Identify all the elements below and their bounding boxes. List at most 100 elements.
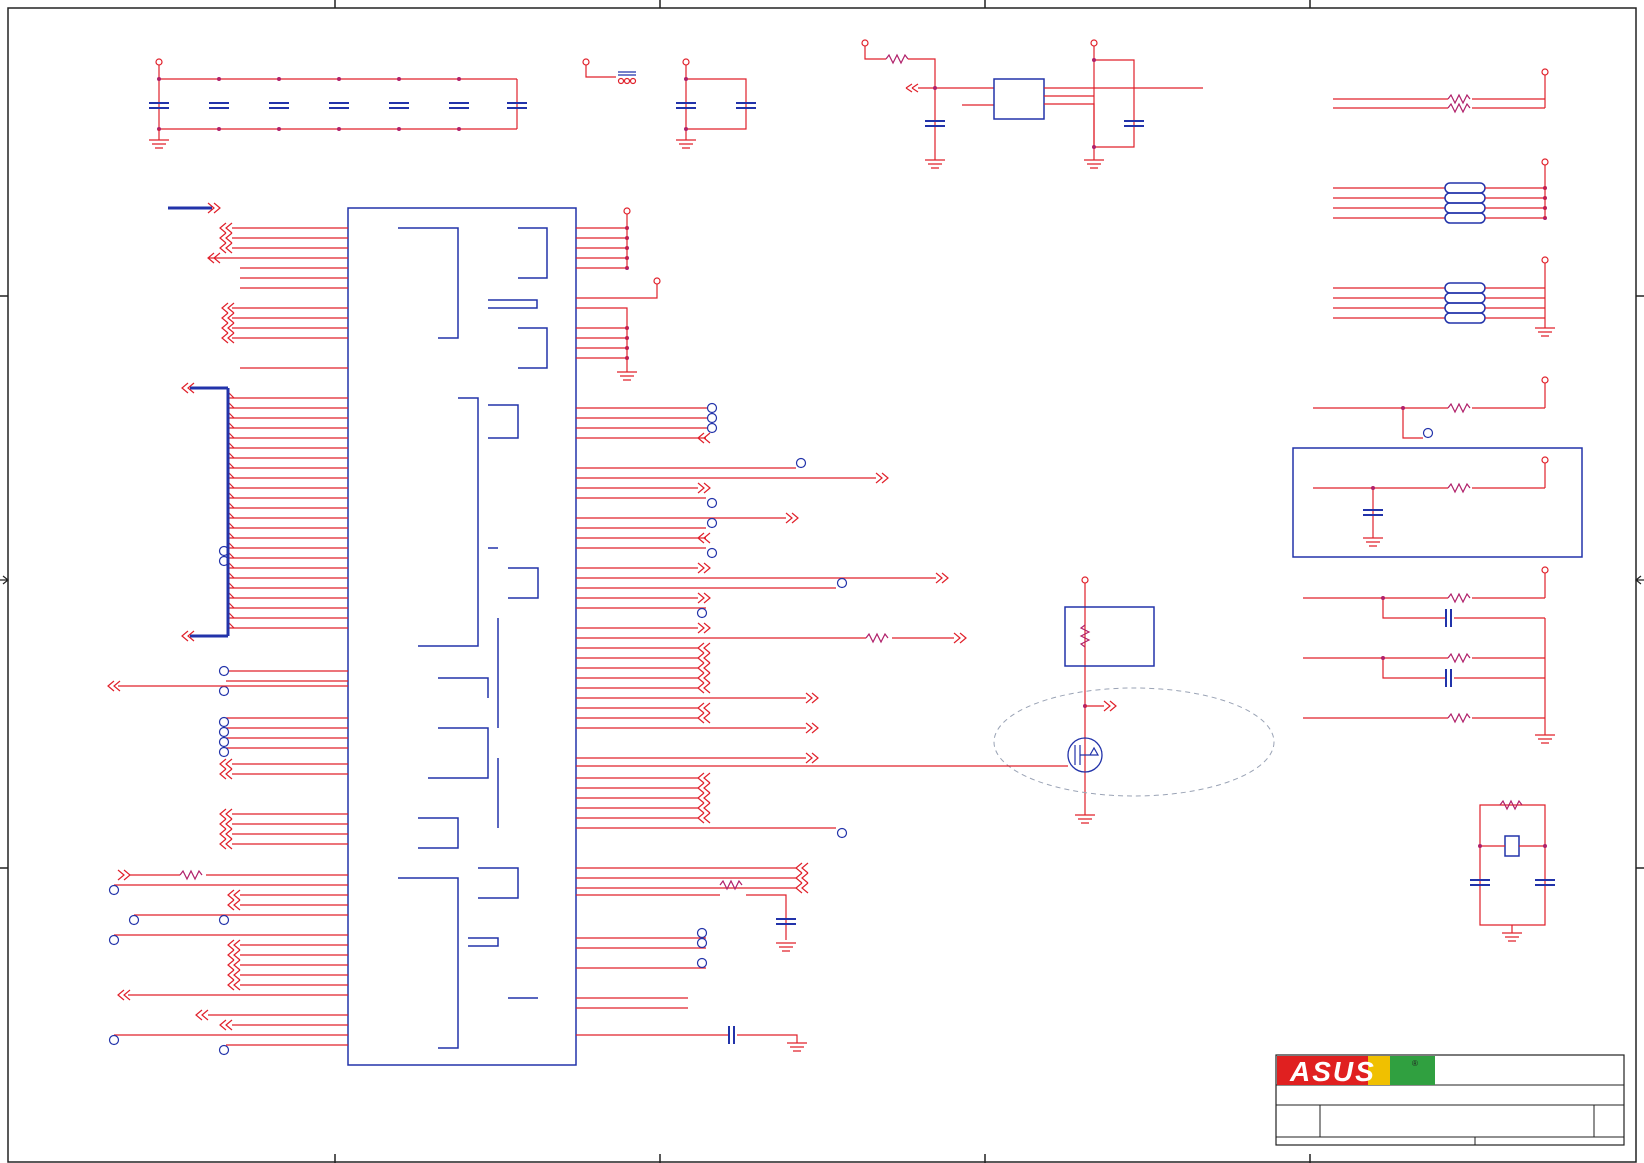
signal-arrow bbox=[227, 969, 241, 981]
ic-internal-block bbox=[418, 397, 479, 647]
signal-arrow bbox=[219, 838, 233, 850]
test-point bbox=[836, 577, 848, 589]
ground-symbol bbox=[1363, 537, 1383, 547]
signal-arrow bbox=[697, 482, 711, 494]
schematic-sheet: ASUS ® bbox=[0, 0, 1644, 1163]
resistor bbox=[1447, 402, 1471, 414]
power-pin bbox=[1541, 456, 1549, 464]
test-point bbox=[108, 1034, 120, 1046]
power-pin bbox=[1541, 68, 1549, 76]
test-point bbox=[696, 927, 708, 939]
signal-arrow bbox=[227, 959, 241, 971]
signal-arrow bbox=[219, 808, 233, 820]
junction-dot bbox=[457, 127, 461, 131]
junction-dot bbox=[1381, 596, 1385, 600]
signal-arrow bbox=[227, 949, 241, 961]
ic-internal-block bbox=[488, 404, 519, 439]
test-point bbox=[218, 685, 230, 697]
logo-wordmark: ASUS bbox=[1289, 1056, 1376, 1087]
resistor-pack-element bbox=[1444, 282, 1486, 294]
ic-internal-block bbox=[418, 817, 459, 849]
ic-right-pin-nets bbox=[576, 226, 967, 1009]
ic-internal-block bbox=[478, 867, 519, 899]
signal-arrow bbox=[219, 242, 233, 254]
test-point bbox=[128, 914, 140, 926]
signal-arrow bbox=[697, 642, 711, 654]
main-super-io-ic bbox=[347, 207, 577, 1066]
signal-arrow bbox=[219, 1019, 233, 1031]
test-point bbox=[218, 665, 230, 677]
test-point bbox=[706, 497, 718, 509]
power-pin bbox=[1541, 376, 1549, 384]
signal-arrow bbox=[117, 869, 131, 881]
signal-arrow bbox=[219, 828, 233, 840]
ic-internal-block bbox=[488, 299, 538, 309]
test-point bbox=[706, 422, 718, 434]
signal-arrow bbox=[195, 1009, 209, 1021]
signal-arrow bbox=[697, 792, 711, 804]
signal-arrow bbox=[795, 872, 809, 884]
bottom-cap-to-ground bbox=[576, 879, 807, 1052]
signal-arrow bbox=[805, 752, 819, 764]
junction-dot bbox=[397, 127, 401, 131]
resistor bbox=[1447, 712, 1471, 724]
signal-arrow bbox=[697, 802, 711, 814]
resistor-pack-element bbox=[1444, 292, 1486, 304]
test-point bbox=[108, 934, 120, 946]
test-point bbox=[706, 547, 718, 559]
resistor bbox=[1447, 482, 1471, 494]
test-point bbox=[218, 726, 230, 738]
title-block: ASUS ® bbox=[1275, 1054, 1625, 1146]
pull-up-networks bbox=[1292, 68, 1583, 744]
junction-dot bbox=[277, 127, 281, 131]
data-bus-left bbox=[168, 202, 230, 642]
regulator-ic bbox=[993, 78, 1045, 120]
junction-dot bbox=[397, 77, 401, 81]
signal-arrow bbox=[697, 652, 711, 664]
test-point bbox=[696, 937, 708, 949]
signal-arrow bbox=[219, 758, 233, 770]
test-point bbox=[218, 716, 230, 728]
test-point bbox=[706, 517, 718, 529]
signal-arrow bbox=[935, 572, 949, 584]
signal-arrow bbox=[697, 682, 711, 694]
power-pin bbox=[1541, 158, 1549, 166]
junction-dot bbox=[1401, 406, 1405, 410]
junction-dot bbox=[337, 127, 341, 131]
junction-dot bbox=[457, 77, 461, 81]
ic-internal-block bbox=[428, 727, 489, 779]
net-wire bbox=[1402, 408, 1423, 439]
signal-arrow bbox=[219, 222, 233, 234]
signal-arrow bbox=[795, 882, 809, 894]
mosfet-switch-circuit bbox=[576, 576, 1275, 824]
signal-arrow bbox=[697, 812, 711, 824]
signal-arrow bbox=[805, 692, 819, 704]
signal-arrow bbox=[227, 899, 241, 911]
resistor-pack-element bbox=[1444, 302, 1486, 314]
signal-arrow bbox=[697, 592, 711, 604]
power-pin bbox=[1541, 256, 1549, 264]
resistor-pack-element bbox=[1444, 212, 1486, 224]
signal-arrow bbox=[875, 472, 889, 484]
power-pin bbox=[1541, 566, 1549, 574]
junction-dot bbox=[157, 77, 161, 81]
ic-internal-block bbox=[398, 227, 459, 339]
test-point bbox=[706, 412, 718, 424]
resistor-pack-element bbox=[1444, 182, 1486, 194]
ic-internal-block bbox=[438, 677, 489, 698]
signal-arrow bbox=[953, 632, 967, 644]
signal-arrow bbox=[227, 979, 241, 991]
junction-dot bbox=[1381, 656, 1385, 660]
resistor bbox=[1447, 93, 1471, 105]
decoupling-cap-bank bbox=[149, 58, 527, 149]
test-point bbox=[108, 884, 120, 896]
signal-arrow bbox=[697, 672, 711, 684]
signal-arrow bbox=[227, 939, 241, 951]
signal-arrow bbox=[805, 722, 819, 734]
test-point bbox=[836, 827, 848, 839]
signal-arrow bbox=[219, 818, 233, 830]
signal-arrow bbox=[697, 712, 711, 724]
test-point bbox=[795, 457, 807, 469]
ic-internal-block bbox=[518, 227, 548, 279]
junction-dot bbox=[337, 77, 341, 81]
